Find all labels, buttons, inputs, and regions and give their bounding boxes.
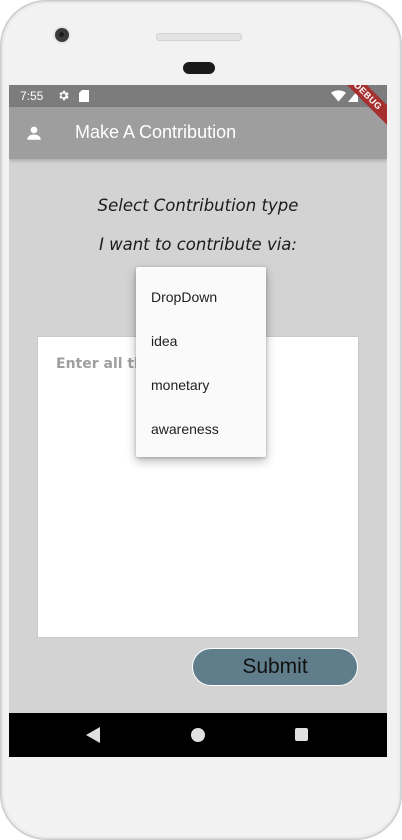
textarea-placeholder: Enter all th — [56, 356, 145, 372]
gear-icon — [59, 90, 69, 101]
recents-icon[interactable] — [295, 728, 308, 741]
contribute-via-label: I want to contribute via: — [99, 235, 297, 254]
front-camera-icon — [55, 28, 69, 42]
app-screen: 7:55 DEBUG Make A Contribution Select Co… — [9, 85, 387, 757]
dropdown-item-idea[interactable]: idea — [151, 333, 177, 349]
back-icon[interactable] — [86, 727, 100, 743]
contribution-type-heading: Select Contribution type — [97, 196, 299, 215]
dropdown-item-monetary[interactable]: monetary — [151, 377, 209, 393]
phone-side-button — [396, 0, 402, 8]
dropdown-item-awareness[interactable]: awareness — [151, 421, 219, 437]
home-icon[interactable] — [191, 728, 205, 742]
page-title: Make A Contribution — [75, 122, 237, 142]
phone-frame: 7:55 DEBUG Make A Contribution Select Co… — [0, 0, 402, 840]
submit-button[interactable]: Submit — [192, 648, 358, 686]
system-navigation-bar — [9, 713, 387, 757]
earpiece — [183, 62, 215, 74]
sd-card-icon — [79, 90, 89, 102]
person-icon[interactable] — [25, 124, 43, 142]
speaker-grille — [156, 33, 242, 41]
contribution-type-dropdown-menu: DropDown idea monetary awareness — [136, 267, 266, 457]
status-bar: 7:55 — [9, 85, 387, 107]
wifi-icon — [331, 90, 346, 102]
app-bar: Make A Contribution — [9, 107, 387, 159]
status-time: 7:55 — [20, 89, 44, 103]
dropdown-item-dropdown[interactable]: DropDown — [151, 289, 217, 305]
